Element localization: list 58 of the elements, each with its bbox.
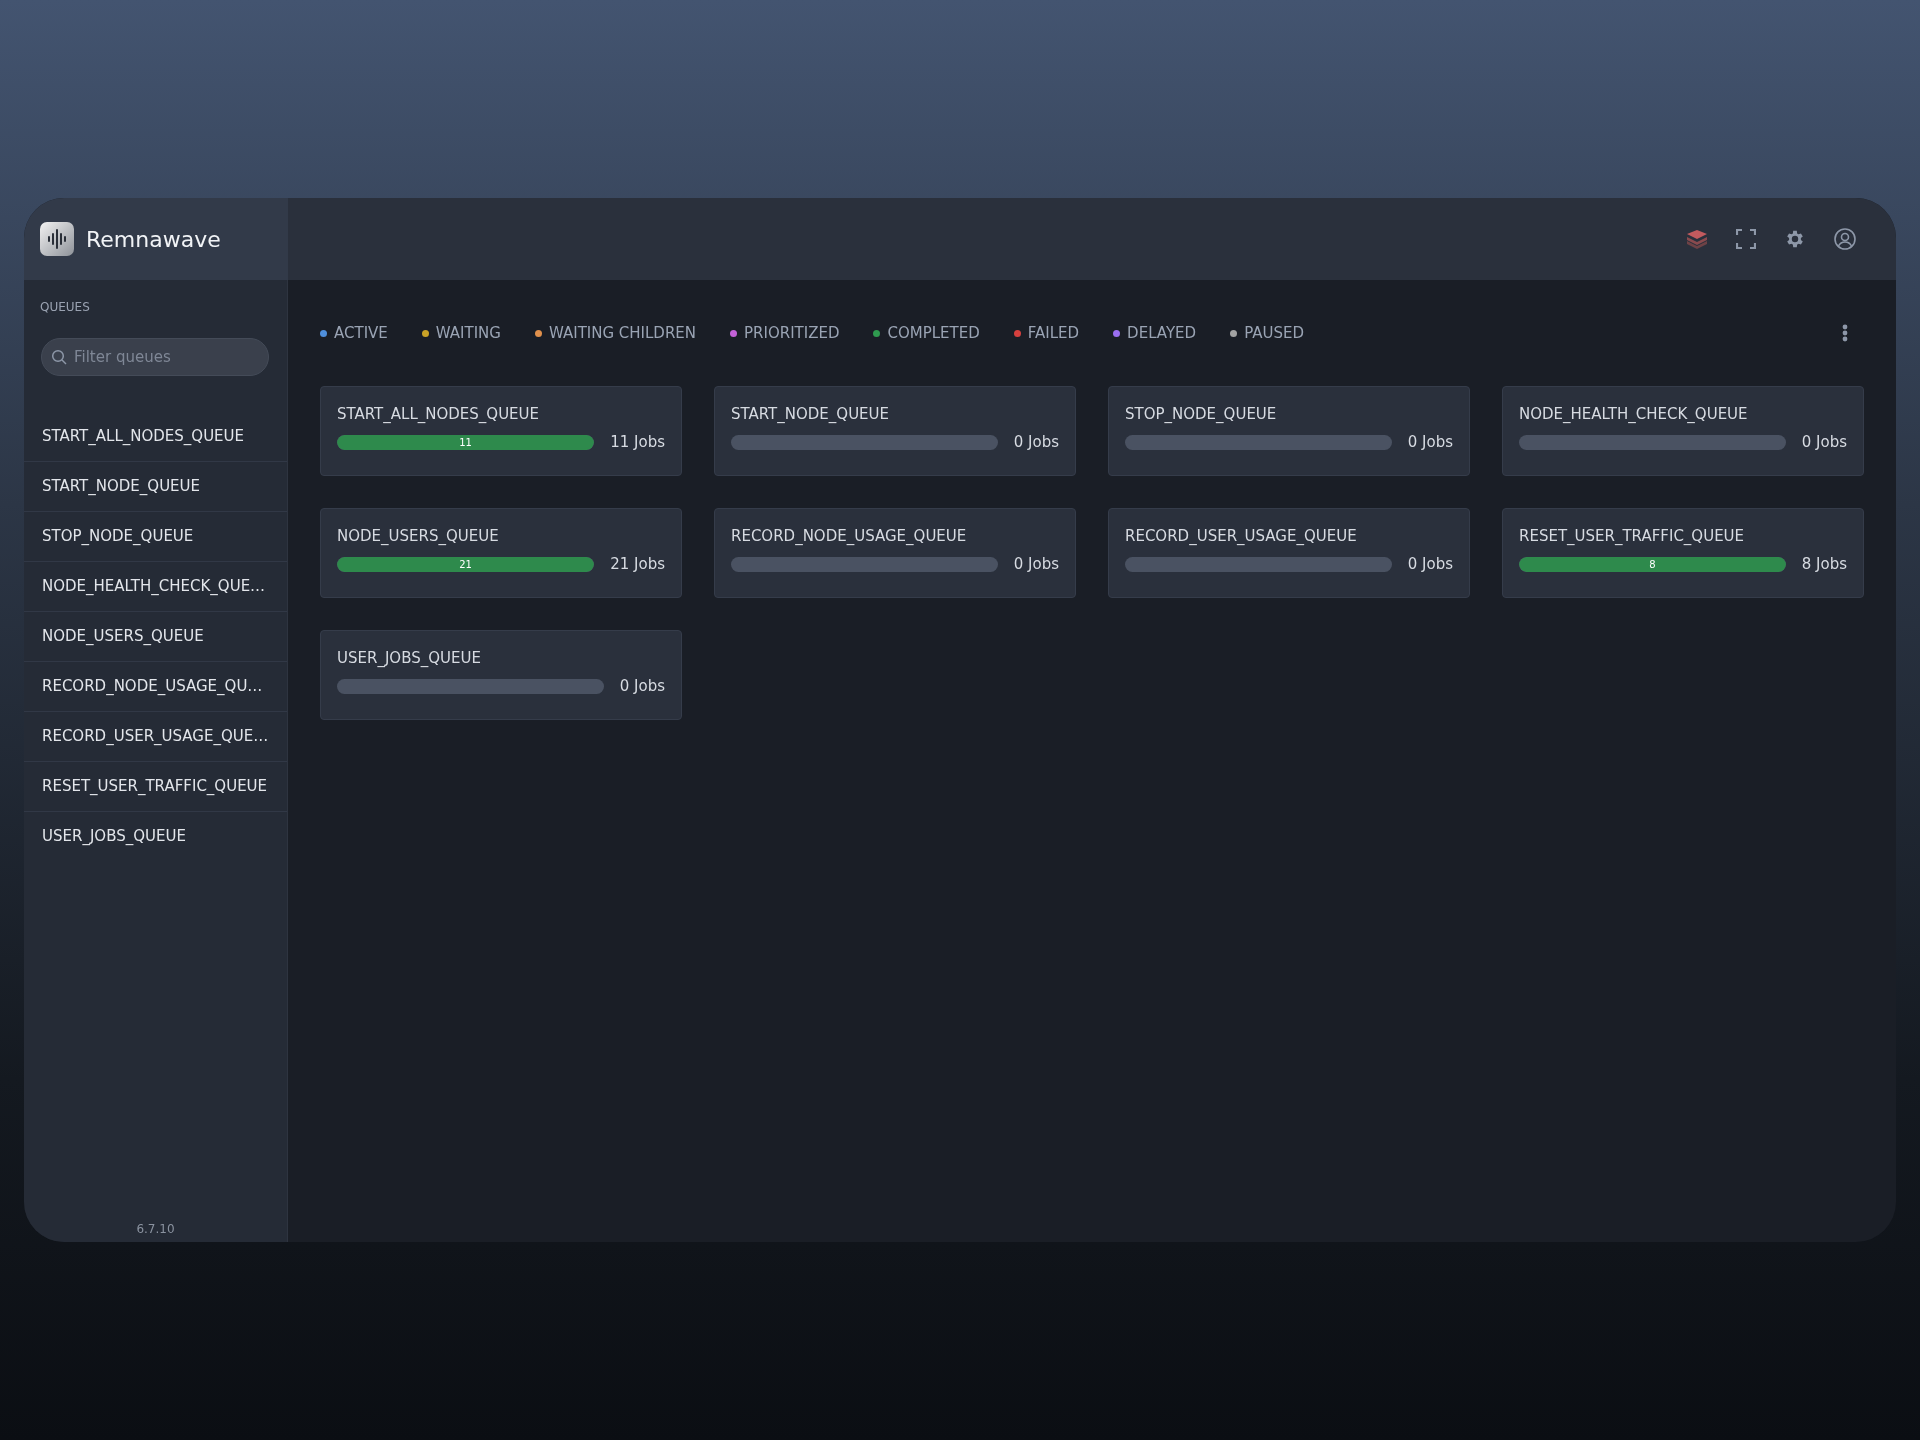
queue-name: RESET_USER_TRAFFIC_QUEUE <box>1519 527 1745 545</box>
job-count: 8 Jobs <box>1801 555 1847 573</box>
status-label: FAILED <box>1027 324 1080 342</box>
queue-card[interactable]: NODE_HEALTH_CHECK_QUEUE 0 Jobs <box>1502 386 1864 476</box>
queue-card[interactable]: RESET_USER_TRAFFIC_QUEUE 8 8 Jobs <box>1502 508 1864 598</box>
queue-name: RECORD_NODE_USAGE_QUEUE <box>731 527 967 545</box>
queue-name: NODE_USERS_QUEUE <box>337 527 499 545</box>
settings-icon[interactable] <box>1784 228 1806 250</box>
queue-name: START_NODE_QUEUE <box>731 405 890 423</box>
queue-card[interactable]: RECORD_USER_USAGE_QUEUE 0 Jobs <box>1108 508 1470 598</box>
queue-card[interactable]: USER_JOBS_QUEUE 0 Jobs <box>320 630 682 720</box>
queue-card[interactable]: START_NODE_QUEUE 0 Jobs <box>714 386 1076 476</box>
queue-link[interactable]: RECORD_USER_USAGE_QUE… <box>24 712 287 762</box>
status-label: PRIORITIZED <box>744 324 840 342</box>
queue-name: USER_JOBS_QUEUE <box>337 649 481 667</box>
search-icon <box>51 349 67 365</box>
stacked-layers-icon[interactable] <box>1686 229 1708 249</box>
progress-fill: 8 <box>1519 556 1786 572</box>
status-label: DELAYED <box>1127 324 1197 342</box>
queue-name: RECORD_USER_USAGE_QUEUE <box>1125 527 1357 545</box>
status-label: PAUSED <box>1244 324 1305 342</box>
job-count: 0 Jobs <box>619 677 665 695</box>
queue-card[interactable]: NODE_USERS_QUEUE 21 21 Jobs <box>320 508 682 598</box>
user-avatar-icon[interactable] <box>1834 228 1856 250</box>
queue-link[interactable]: START_ALL_NODES_QUEUE <box>24 412 287 462</box>
progress-fill: 11 <box>337 434 595 450</box>
queue-link[interactable]: NODE_HEALTH_CHECK_QUE… <box>24 562 287 612</box>
queue-name: START_ALL_NODES_QUEUE <box>337 405 540 423</box>
progress-fill: 21 <box>337 556 595 572</box>
job-count: 0 Jobs <box>1407 555 1453 573</box>
job-count: 0 Jobs <box>1013 555 1059 573</box>
status-label: ACTIVE <box>334 324 388 342</box>
app-title: Remnawave <box>86 226 221 252</box>
job-count: 11 Jobs <box>610 433 665 451</box>
queue-link[interactable]: START_NODE_QUEUE <box>24 462 287 512</box>
queue-card[interactable]: RECORD_NODE_USAGE_QUEUE 0 Jobs <box>714 508 1076 598</box>
job-count: 0 Jobs <box>1801 433 1847 451</box>
search-field[interactable]: Filter queues <box>41 338 269 376</box>
status-label: WAITING CHILDREN <box>548 324 697 342</box>
fullscreen-icon[interactable] <box>1736 229 1756 249</box>
more-options-icon[interactable] <box>1842 324 1848 342</box>
queue-link[interactable]: RESET_USER_TRAFFIC_QUEUE <box>24 762 287 812</box>
job-count: 21 Jobs <box>610 555 665 573</box>
job-count: 0 Jobs <box>1407 433 1453 451</box>
queue-name: STOP_NODE_QUEUE <box>1125 405 1277 423</box>
status-label: WAITING <box>435 324 501 342</box>
version-label: 6.7.10 <box>135 1222 176 1236</box>
section-heading: QUEUES <box>39 299 91 314</box>
queue-link[interactable]: RECORD_NODE_USAGE_QU… <box>24 662 287 712</box>
queue-link[interactable]: NODE_USERS_QUEUE <box>24 612 287 662</box>
queue-name: NODE_HEALTH_CHECK_QUEUE <box>1519 405 1748 423</box>
queue-card[interactable]: START_ALL_NODES_QUEUE 11 11 Jobs <box>320 386 682 476</box>
queue-card[interactable]: STOP_NODE_QUEUE 0 Jobs <box>1108 386 1470 476</box>
sound-wave-logo-icon <box>40 222 74 256</box>
job-count: 0 Jobs <box>1013 433 1059 451</box>
queue-link[interactable]: USER_JOBS_QUEUE <box>24 812 287 861</box>
queue-link[interactable]: STOP_NODE_QUEUE <box>24 512 287 562</box>
status-label: COMPLETED <box>887 324 980 342</box>
